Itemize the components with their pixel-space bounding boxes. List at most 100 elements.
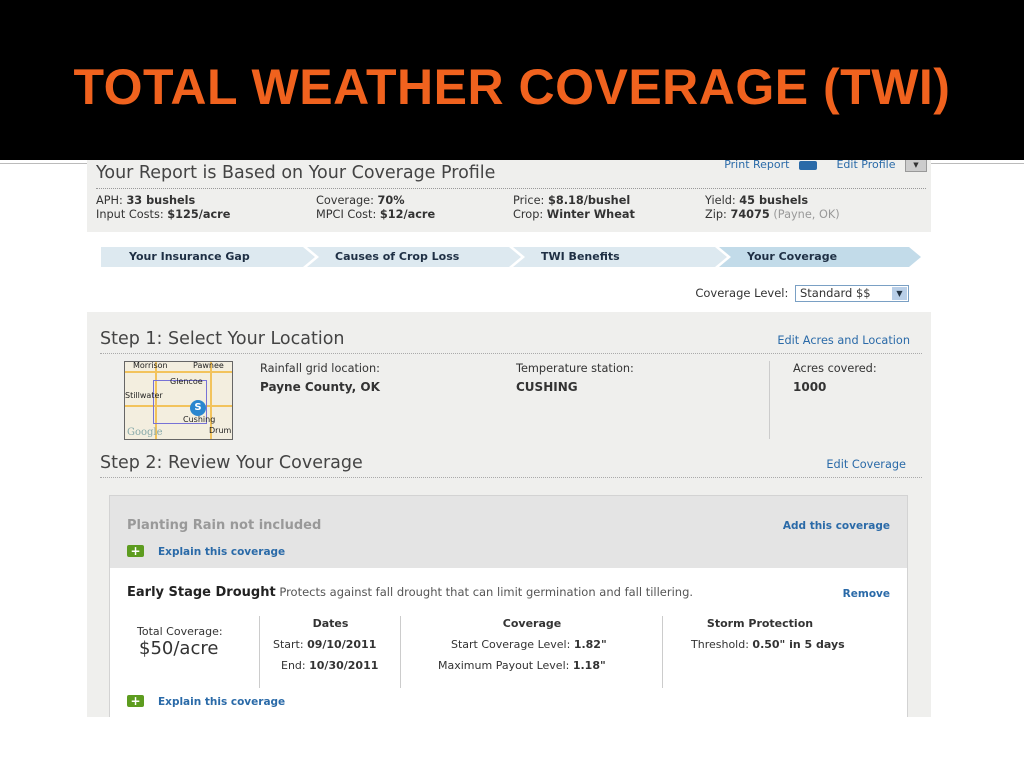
coverage-header: Coverage	[502, 617, 562, 630]
mpci-cost-value: $12/acre	[379, 208, 436, 221]
profile-divider	[96, 188, 926, 189]
zip-value: 74075	[730, 208, 770, 221]
threshold: Threshold: 0.50" in 5 days	[691, 638, 845, 651]
end-date: End: 10/30/2011	[281, 659, 378, 672]
start-date: Start: 09/10/2011	[273, 638, 376, 651]
excluded-coverage-row: Planting Rain not included Add this cove…	[110, 496, 907, 568]
map-label: Pawnee	[193, 361, 224, 370]
slide-title-banner: TOTAL WEATHER COVERAGE (TWI)	[0, 0, 1024, 160]
step2-title: Step 2: Review Your Coverage	[100, 453, 363, 473]
threshold-value: 0.50" in 5 days	[752, 638, 845, 651]
printer-icon[interactable]	[798, 160, 817, 170]
drought-name: Early Stage Drought	[127, 585, 276, 600]
profile-col-3: Price: $8.18/bushel Crop: Winter Wheat	[513, 194, 635, 222]
slide-title: TOTAL WEATHER COVERAGE (TWI)	[73, 59, 951, 115]
price-label: Price:	[513, 194, 545, 207]
steps-panel: Step 1: Select Your Location Edit Acres …	[87, 312, 931, 717]
start-label: Start:	[273, 638, 304, 651]
step-tab-label: Your Insurance Gap	[129, 250, 250, 263]
map-label: Glencoe	[170, 377, 203, 386]
profile-col-1: APH: 33 bushels Input Costs: $125/acre	[96, 194, 230, 222]
step1-divider	[100, 353, 922, 354]
total-coverage-value: $50/acre	[139, 638, 219, 659]
price-value: $8.18/bushel	[547, 194, 631, 207]
coverage-level-value: Standard $$	[800, 286, 871, 300]
edit-acres-location-link[interactable]: Edit Acres and Location	[777, 334, 910, 347]
coverage-level-select[interactable]: Standard $$ ▼	[795, 285, 909, 302]
threshold-label: Threshold:	[691, 638, 749, 651]
coverage-level-label: Coverage Level:	[695, 286, 789, 300]
profile-links: Print Report Edit Profile ▼	[718, 160, 927, 172]
step-tab-benefits[interactable]: TWI Benefits	[513, 247, 727, 267]
start-value: 09/10/2011	[307, 638, 377, 651]
map-road	[125, 371, 232, 373]
rainfall-value: Payne County, OK	[260, 380, 380, 394]
step-tab-insurance-gap[interactable]: Your Insurance Gap	[101, 247, 315, 267]
location-pin-icon[interactable]: S	[190, 400, 206, 416]
step-navigation: Your Insurance Gap Causes of Crop Loss T…	[101, 247, 921, 267]
aph-label: APH:	[96, 194, 123, 207]
profile-title: Your Report is Based on Your Coverage Pr…	[96, 163, 496, 183]
mpci-cost-label: MPCI Cost:	[316, 208, 377, 221]
drought-header: Early Stage Drought Protects against fal…	[127, 585, 693, 600]
end-value: 10/30/2011	[309, 659, 379, 672]
google-logo: Google	[127, 427, 163, 438]
explain-coverage-link[interactable]: Explain this coverage	[158, 546, 285, 558]
plus-icon[interactable]: +	[127, 695, 144, 707]
remove-coverage-link[interactable]: Remove	[843, 588, 890, 600]
coverage-level-control: Coverage Level: Standard $$ ▼	[695, 285, 909, 302]
step1-title: Step 1: Select Your Location	[100, 329, 345, 349]
step2-divider	[100, 477, 922, 478]
temperature-label: Temperature station:	[516, 362, 634, 375]
explain-coverage-link[interactable]: Explain this coverage	[158, 696, 285, 708]
web-screenshot: Your Report is Based on Your Coverage Pr…	[87, 160, 931, 717]
input-costs-value: $125/acre	[167, 208, 231, 221]
map-label: Stillwater	[125, 391, 163, 400]
drought-description: Protects against fall drought that can l…	[279, 585, 694, 599]
slide-rule-left	[0, 163, 87, 164]
yield-value: 45 bushels	[739, 194, 809, 207]
step-tab-label: Your Coverage	[747, 250, 838, 263]
coverage-label: Coverage:	[316, 194, 374, 207]
temperature-field: Temperature station: CUSHING	[516, 359, 634, 397]
start-coverage-level: Start Coverage Level: 1.82"	[451, 638, 607, 651]
step-tab-label: TWI Benefits	[541, 250, 620, 263]
acres-field: Acres covered: 1000	[793, 359, 877, 397]
total-coverage-label: Total Coverage:	[137, 625, 223, 638]
dates-header: Dates	[312, 617, 349, 630]
chevron-down-icon: ▼	[892, 287, 907, 300]
add-coverage-link[interactable]: Add this coverage	[783, 520, 890, 532]
plus-icon[interactable]: +	[127, 545, 144, 557]
column-divider	[769, 361, 770, 439]
excluded-coverage-title: Planting Rain not included	[127, 518, 322, 533]
map-label: Morrison	[133, 361, 168, 370]
storm-protection-header: Storm Protection	[706, 617, 814, 630]
coverage-value: 70%	[377, 194, 405, 207]
rainfall-field: Rainfall grid location: Payne County, OK	[260, 359, 380, 397]
yield-label: Yield:	[705, 194, 736, 207]
acres-label: Acres covered:	[793, 362, 877, 375]
aph-value: 33 bushels	[126, 194, 196, 207]
step-tab-causes[interactable]: Causes of Crop Loss	[307, 247, 521, 267]
zip-note: (Payne, OK)	[773, 208, 840, 221]
rainfall-label: Rainfall grid location:	[260, 362, 380, 375]
edit-profile-link[interactable]: Edit Profile	[836, 160, 895, 171]
map-label: Drum	[209, 426, 232, 435]
location-map[interactable]: Morrison Pawnee Glencoe Stillwater Cushi…	[124, 361, 233, 440]
step-tab-your-coverage[interactable]: Your Coverage	[719, 247, 921, 267]
coverage-profile-panel: Your Report is Based on Your Coverage Pr…	[87, 160, 931, 232]
input-costs-label: Input Costs:	[96, 208, 164, 221]
edit-coverage-link[interactable]: Edit Coverage	[826, 458, 906, 471]
crop-value: Winter Wheat	[546, 208, 635, 221]
zip-label: Zip:	[705, 208, 727, 221]
max-payout-level: Maximum Payout Level: 1.18"	[438, 659, 606, 672]
print-report-link[interactable]: Print Report	[724, 160, 789, 171]
chevron-down-icon[interactable]: ▼	[905, 160, 927, 172]
start-level-label: Start Coverage Level:	[451, 638, 571, 651]
temperature-value: CUSHING	[516, 380, 578, 394]
acres-value: 1000	[793, 380, 827, 394]
map-label: Cushing	[183, 415, 216, 424]
slide-rule-right	[931, 163, 1024, 164]
profile-col-4: Yield: 45 bushels Zip: 74075 (Payne, OK)	[705, 194, 840, 222]
start-level-value: 1.82"	[573, 638, 607, 651]
